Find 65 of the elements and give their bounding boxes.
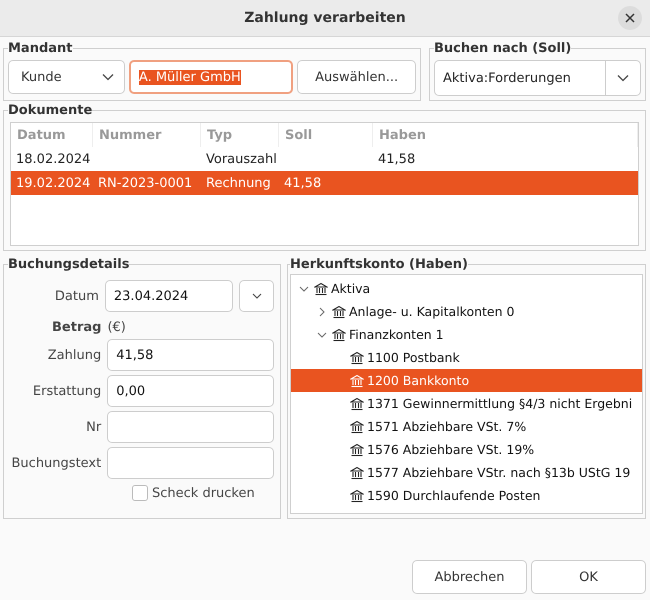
bank-icon [350,488,364,502]
group-title: Mandant [8,41,73,56]
chevron-down-icon [102,73,114,81]
field-label: Erstattung [32,384,102,398]
account-value: Aktiva:Forderungen [442,70,572,88]
group-title: Herkunftskonto (Haben) [290,257,468,272]
input-field[interactable] [107,447,274,479]
tree-item[interactable]: 1577 Abziehbare VStr. nach §13b UStG 19 [291,461,642,484]
field-label: Nr [85,420,102,434]
tree-item[interactable]: Anlage- u. Kapitalkonten 0 [291,300,642,323]
amount-label: Betrag [52,320,102,335]
input-field[interactable]: 41,58 [107,339,274,371]
tree-item[interactable]: Aktiva [291,277,642,300]
close-button[interactable] [618,6,642,30]
tree-item[interactable]: 1371 Gewinnermittlung §4/3 nicht Ergebni [291,392,642,415]
field-label: Zahlung [46,348,102,362]
table-cell: Rechnung [206,176,271,190]
group-title: Dokumente [8,103,92,118]
chevron-down-icon [252,293,262,299]
bank-icon [350,374,364,388]
bank-icon [350,420,364,434]
type-dropdown[interactable]: Kunde [8,60,125,94]
bank-icon [314,282,328,296]
date-dropdown-button[interactable] [239,280,274,312]
chevron-down-icon [317,330,327,340]
bank-icon [350,350,364,364]
input-field[interactable]: 0,00 [107,375,274,407]
tree-item[interactable]: 1571 Abziehbare VSt. 7% [291,415,642,438]
bank-icon [350,466,364,480]
currency-label: (€) [107,320,126,335]
account-dropdown[interactable]: Aktiva:Forderungen [434,60,641,96]
print-check-checkbox[interactable]: Scheck drucken [132,485,274,501]
bank-icon [332,328,346,342]
bank-icon [350,396,364,410]
table-cell: 41,58 [284,176,322,190]
table-cell: 18.02.2024 [16,152,90,166]
field-label: Datum [54,288,99,304]
name-field[interactable]: A. Müller GmbH [128,60,294,94]
chevron-down-icon [617,74,629,82]
tree-item[interactable]: 1576 Abziehbare VSt. 19% [291,438,642,461]
dialog-button[interactable]: OK [531,560,646,594]
table-cell: RN-2023-0001 [98,176,192,190]
bank-icon [332,304,346,318]
table-cell: 19.02.2024 [16,176,90,190]
group-title: Buchen nach (Soll) [434,41,572,56]
input-field[interactable] [107,411,274,443]
table-cell: Vorauszahl [206,152,277,166]
tree-item[interactable]: 1200 Bankkonto [291,369,642,392]
table-row[interactable]: 19.02.2024 RN-2023-0001 Rechnung 41,58 [11,171,638,195]
tree-item[interactable]: 1100 Postbank [291,346,642,369]
field-label: Buchungstext [10,456,102,470]
table-cell: 41,58 [378,152,416,166]
window-title: Zahlung verarbeiten [244,10,406,26]
close-icon [625,13,635,23]
table-row[interactable]: 18.02.2024 Vorauszahl 41,58 [11,147,638,171]
date-field[interactable]: 23.04.2024 [104,280,234,312]
tree-item[interactable]: Finanzkonten 1 [291,323,642,346]
tree-item[interactable]: 1590 Durchlaufende Posten [291,484,642,507]
group-title: Buchungsdetails [8,257,130,272]
choose-button[interactable]: Auswählen... [297,60,416,94]
dialog-button[interactable]: Abbrechen [412,560,527,594]
checkbox-square[interactable] [132,485,148,501]
chevron-right-icon [317,306,327,316]
bank-icon [350,442,364,456]
chevron-down-icon [299,284,309,294]
